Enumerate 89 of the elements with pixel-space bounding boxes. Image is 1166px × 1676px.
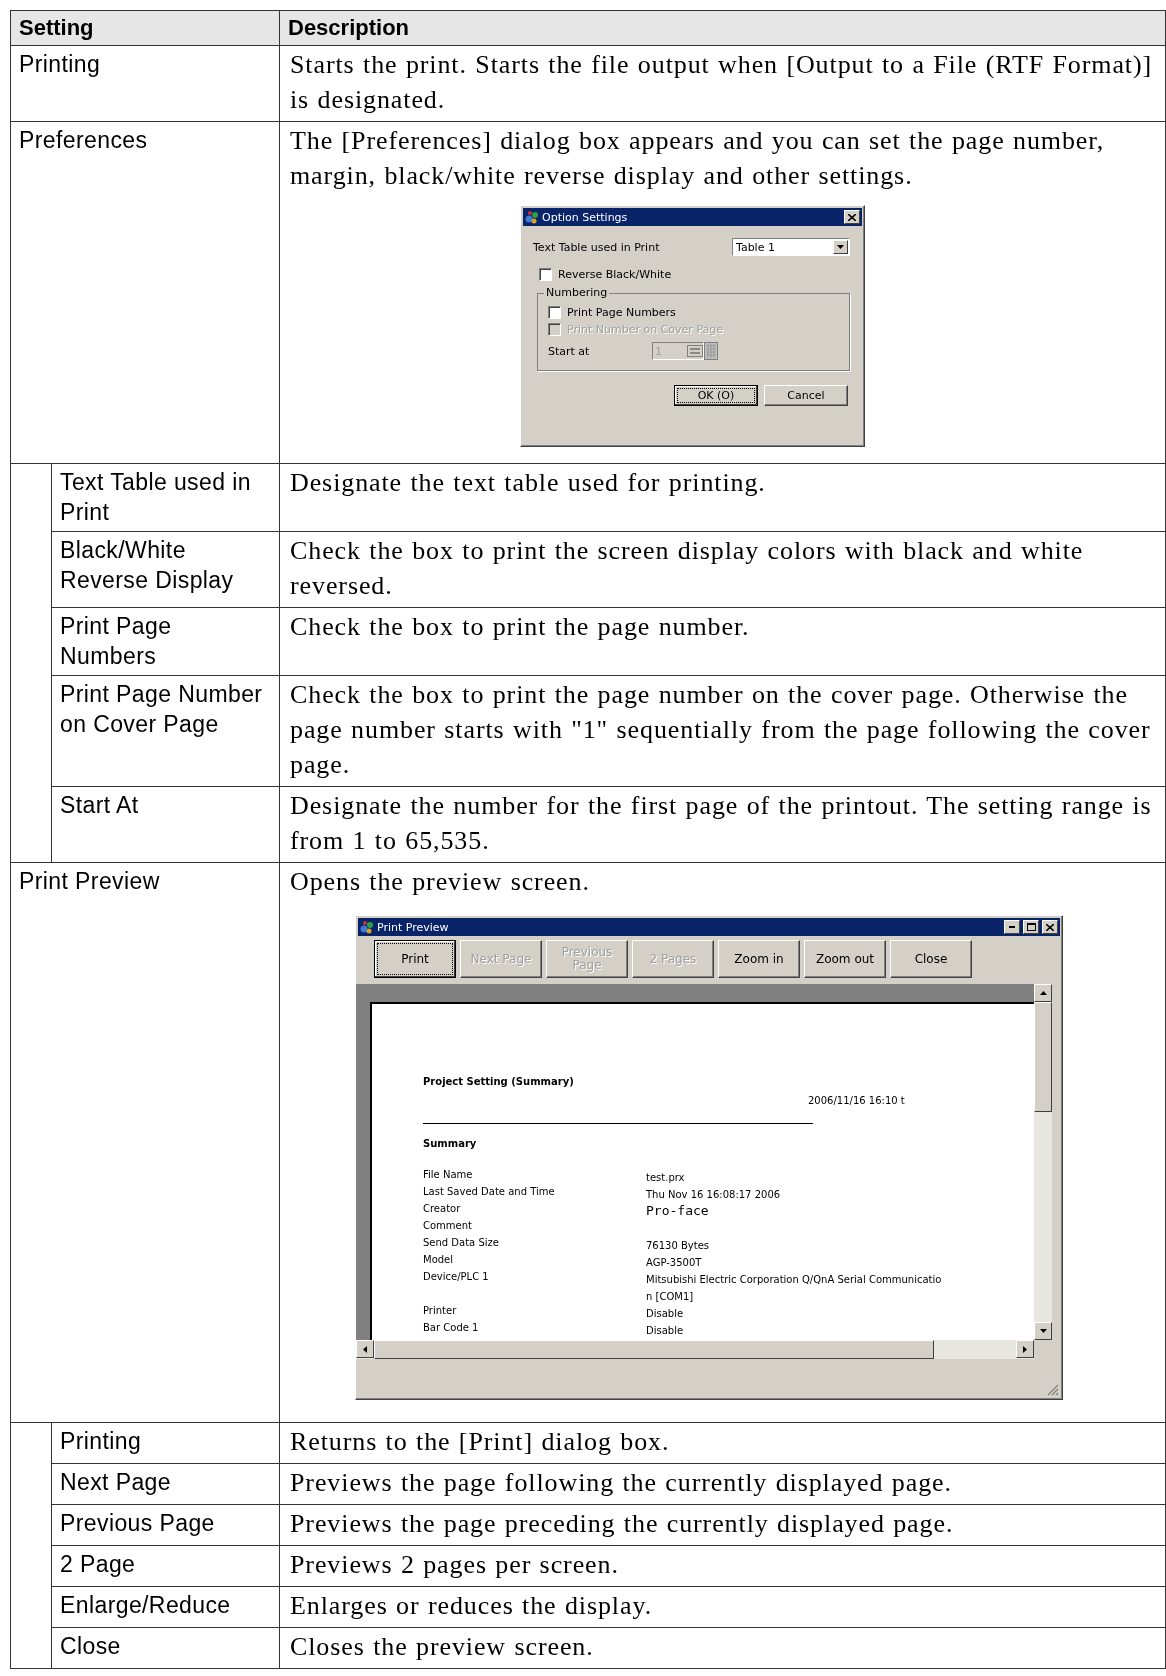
checkbox-label: Reverse Black/White	[558, 268, 672, 281]
description-text: Check the box to print the page number on the cover page. Otherwise the page number starts with "1" sequentially from the page following the cover page.	[290, 679, 1152, 781]
setting-name: 2 Page	[60, 1551, 136, 1577]
dialog-button[interactable]: Close	[890, 940, 972, 978]
field-value: AGP-3500T	[646, 1256, 702, 1270]
maximize-button[interactable]	[1023, 920, 1039, 934]
field-label: Printer	[423, 1305, 458, 1318]
close-icon	[848, 213, 856, 221]
dialog-button[interactable]: Cancel	[764, 385, 848, 406]
field-value: n [COM1]	[646, 1290, 695, 1304]
column-header: Description	[279, 10, 1166, 46]
horizontal-scrollbar[interactable]	[356, 1340, 1034, 1359]
field-label: Send Data Size	[423, 1237, 500, 1250]
field-value: test.prx	[646, 1171, 685, 1185]
maximize-icon	[1026, 923, 1036, 931]
description-text: Designate the text table used for printing.	[290, 467, 767, 499]
setting-name: Next Page	[60, 1469, 171, 1495]
setting-name: Printing	[19, 51, 101, 77]
checkbox[interactable]	[548, 306, 561, 319]
setting-name: Black/White Reverse Display	[60, 537, 234, 593]
setting-name: Enlarge/Reduce	[60, 1592, 231, 1618]
field-label: Model	[423, 1254, 455, 1267]
field-value: Thu Nov 16 16:08:17 2006	[646, 1188, 781, 1202]
dialog-button[interactable]: OK (O)	[674, 385, 758, 406]
setting-name: Print Preview	[19, 868, 160, 894]
description-text: Previews the page following the currently displayed page.	[290, 1467, 953, 1499]
resize-grip-icon[interactable]	[1047, 1384, 1059, 1396]
caret-icon	[837, 245, 844, 249]
description-text: Check the box to print the screen display colors with black and white reversed.	[290, 535, 1085, 602]
setting-name: Print Page Number on Cover Page	[60, 681, 263, 737]
left-arrow-icon	[363, 1345, 367, 1353]
checkbox-label: Print Page Numbers	[567, 306, 676, 319]
close-button[interactable]	[844, 210, 860, 224]
setting-name: Print Page Numbers	[60, 613, 172, 669]
dialog-button[interactable]: Print	[374, 940, 456, 978]
right-arrow-icon	[1023, 1345, 1027, 1353]
dialog-button[interactable]: Zoom in	[718, 940, 800, 978]
field-value: Mitsubishi Electric Corporation Q/QnA Serial Communicatio	[646, 1273, 942, 1287]
description-text: Check the box to print the page number.	[290, 611, 751, 643]
field-label: Comment	[423, 1220, 473, 1233]
setting-name: Preferences	[19, 127, 148, 153]
description-text: Enlarges or reduces the display.	[290, 1590, 654, 1622]
page-date: 2006/11/16 16:10 t	[808, 1095, 906, 1106]
setting-name: Text Table used in Print	[60, 469, 251, 525]
field-label: Start at	[548, 344, 591, 358]
field-label: Creator	[423, 1203, 462, 1216]
description-text: Closes the preview screen.	[290, 1631, 595, 1663]
page-title: Project Setting (Summary)	[423, 1076, 575, 1087]
app-icon	[525, 210, 539, 224]
field-value: Disable	[646, 1324, 684, 1338]
description-text: Starts the print. Starts the file output when [Output to a File (RTF Format)] is designated.	[290, 49, 1154, 116]
field-value: Pro-face	[646, 1203, 709, 1218]
field-label: Device/PLC 1	[423, 1271, 490, 1284]
field-label: Bar Code 1	[423, 1322, 480, 1335]
minimize-button[interactable]	[1004, 920, 1020, 934]
description-text: Previews 2 pages per screen.	[290, 1549, 620, 1581]
field-label: Last Saved Date and Time	[423, 1186, 556, 1199]
field-value: Disable	[646, 1307, 684, 1321]
checkbox[interactable]	[539, 268, 552, 281]
close-button[interactable]	[1042, 920, 1058, 934]
down-arrow-icon	[1039, 1329, 1047, 1333]
window-title: Option Settings	[542, 210, 629, 224]
dropdown-value: Table 1	[736, 240, 776, 254]
description-text: Designate the number for the first page of the printout. The setting range is from 1 to 65,535.	[290, 790, 1153, 857]
setting-name: Start At	[60, 792, 139, 818]
dropdown-field[interactable]: Table 1	[732, 238, 850, 256]
vertical-scrollbar[interactable]	[1034, 984, 1052, 1340]
setting-name: Close	[60, 1633, 121, 1659]
group-title: Numbering	[544, 286, 610, 299]
description-text: The [Preferences] dialog box appears and you can set the page number, margin, black/white reverse display and other settings.	[290, 125, 1106, 192]
close-icon	[1046, 923, 1054, 931]
field-label: File Name	[423, 1169, 474, 1182]
description-text: Opens the preview screen.	[290, 866, 591, 898]
field-label: Text Table used in Print	[533, 240, 660, 254]
window-title: Print Preview	[377, 920, 450, 934]
description-text: Returns to the [Print] dialog box.	[290, 1426, 671, 1458]
minimize-icon	[1009, 926, 1015, 928]
up-arrow-icon	[1039, 991, 1047, 995]
dialog-button[interactable]: Zoom out	[804, 940, 886, 978]
app-icon	[360, 920, 374, 934]
section-heading: Summary	[423, 1138, 478, 1149]
column-header: Setting	[10, 10, 280, 46]
field-value: 76130 Bytes	[646, 1239, 710, 1253]
setting-name: Previous Page	[60, 1510, 215, 1536]
scroll-thumb[interactable]	[374, 1340, 934, 1359]
spinner-icon	[687, 345, 703, 357]
description-text: Previews the page preceding the currently displayed page.	[290, 1508, 955, 1540]
scroll-thumb[interactable]	[1034, 1002, 1052, 1112]
setting-name: Printing	[60, 1428, 142, 1454]
